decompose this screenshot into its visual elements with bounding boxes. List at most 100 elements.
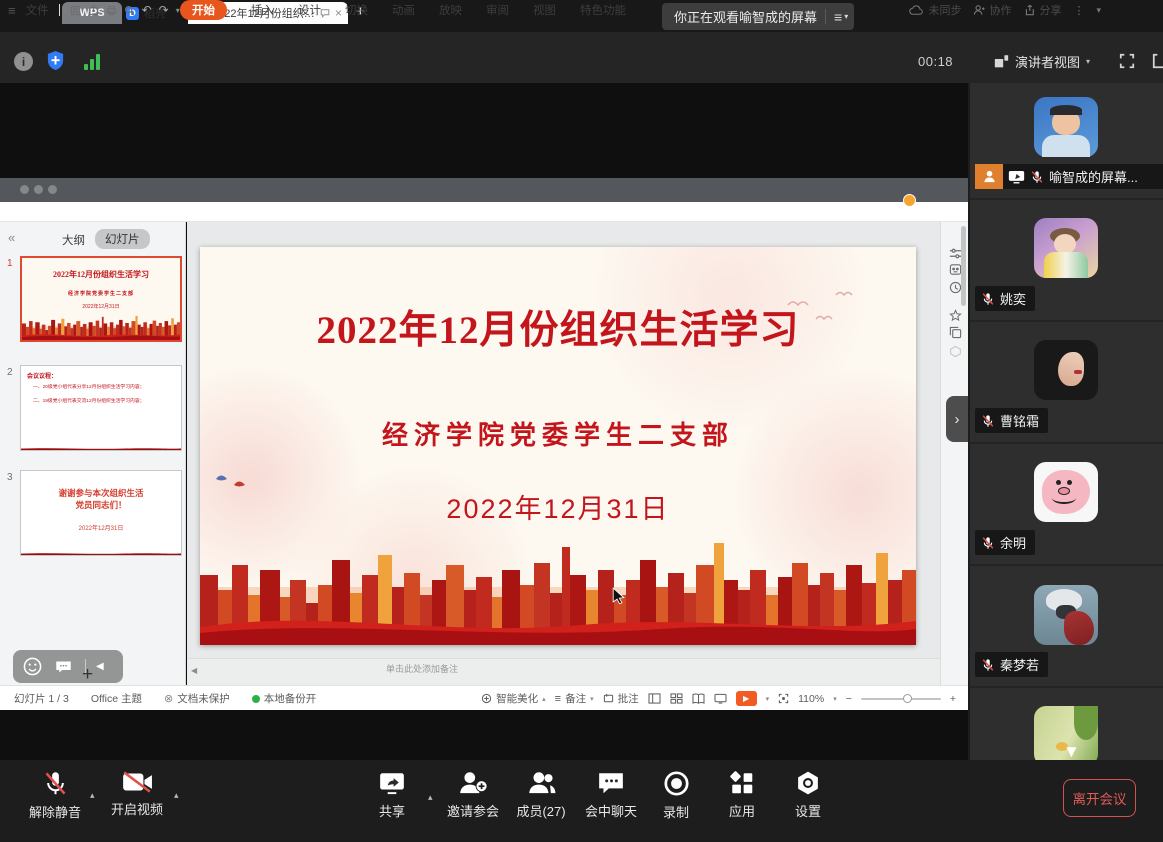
- members-button[interactable]: 成员(27): [506, 770, 576, 820]
- wps-account-avatar[interactable]: [903, 194, 916, 207]
- settings-icon: [795, 770, 821, 796]
- new-slide-button[interactable]: +: [82, 664, 93, 686]
- security-shield-icon[interactable]: [46, 50, 65, 71]
- pop-out-icon[interactable]: [1152, 53, 1163, 69]
- ribbon-tab-animation[interactable]: 动画: [392, 2, 415, 18]
- window-close-dot[interactable]: [20, 185, 29, 194]
- banner-list-menu[interactable]: ≡▾: [834, 9, 848, 25]
- ribbon-tab-transition[interactable]: 切换: [345, 2, 368, 18]
- more-menu-icon[interactable]: ⋮: [1073, 4, 1084, 17]
- app-menu-icon[interactable]: ≡: [8, 3, 16, 18]
- ribbon-tab-slideshow[interactable]: 放映: [439, 2, 462, 18]
- zoom-out-button[interactable]: −: [846, 693, 852, 705]
- thumb-date: 2022年12月31日: [22, 303, 180, 310]
- leave-meeting-button[interactable]: 离开会议: [1063, 779, 1136, 817]
- collaborate-button[interactable]: 协作: [973, 2, 1011, 18]
- current-slide[interactable]: 2022年12月份组织生活学习 经济学院党委学生二支部 2022年12月31日: [200, 247, 916, 645]
- ribbon-tab-design[interactable]: 设计: [298, 2, 321, 18]
- preview-icon[interactable]: [124, 5, 135, 16]
- play-options-caret[interactable]: ▾: [766, 695, 770, 703]
- smiley-icon[interactable]: [23, 657, 42, 676]
- properties-sliders-icon[interactable]: [948, 246, 962, 260]
- collapse-widget-icon[interactable]: ◀: [96, 661, 104, 672]
- play-slideshow-button[interactable]: ▶: [736, 691, 757, 706]
- collapse-panel-icon[interactable]: «: [8, 230, 15, 245]
- record-button[interactable]: 录制: [641, 770, 711, 821]
- participant-tile[interactable]: 姚奕: [970, 200, 1163, 320]
- sync-status[interactable]: 未同步: [909, 2, 961, 18]
- share-button[interactable]: 分享: [1023, 2, 1061, 18]
- theme-name[interactable]: Office 主题: [91, 691, 142, 706]
- ribbon-tab-review[interactable]: 审阅: [486, 2, 509, 18]
- settings-button[interactable]: 设置: [773, 770, 843, 820]
- ribbon-tab-insert[interactable]: 插入: [251, 2, 274, 18]
- slides-tab[interactable]: 幻灯片: [95, 229, 150, 249]
- apps-button[interactable]: 应用: [707, 770, 777, 820]
- chat-bubble-icon[interactable]: [55, 660, 72, 674]
- protection-status[interactable]: ⊗ 文档未保护: [164, 691, 230, 706]
- participant-tile[interactable]: 曹铭霜: [970, 322, 1163, 442]
- ribbon-tab-special[interactable]: 特色功能: [580, 2, 626, 18]
- print-icon[interactable]: [106, 5, 117, 16]
- layout-icon: [994, 54, 1009, 69]
- notes-splitter-icon[interactable]: ◀: [191, 666, 197, 675]
- screen-watching-banner: 你正在观看喻智成的屏幕 ≡▾: [662, 3, 854, 30]
- backup-status[interactable]: 本地备份开: [252, 691, 317, 706]
- collapse-ribbon-icon[interactable]: ▾: [1096, 5, 1101, 16]
- zoom-slider[interactable]: [861, 698, 941, 700]
- slide-thumbnail-1[interactable]: 2022年12月份组织生活学习 经济学院党委学生二支部 2022年12月31日: [20, 256, 182, 342]
- participant-tile[interactable]: 秦梦若: [970, 566, 1163, 686]
- output-icon[interactable]: [88, 5, 99, 16]
- share-screen-icon: [378, 770, 406, 796]
- slide-sorter-icon[interactable]: [670, 693, 683, 704]
- notes-strip[interactable]: 单击此处添加备注 ◀: [187, 658, 940, 685]
- history-clock-icon[interactable]: [948, 280, 962, 294]
- mic-options-caret[interactable]: ▴: [90, 790, 95, 801]
- zoom-slider-thumb[interactable]: [903, 694, 912, 703]
- assistant-icon[interactable]: [948, 262, 962, 276]
- comment-button[interactable]: 批注: [603, 691, 639, 706]
- ribbon-tab-home[interactable]: 开始: [180, 0, 227, 20]
- wps-menu-bar: [0, 202, 968, 222]
- file-menu[interactable]: 文件: [26, 2, 49, 18]
- participant-tile[interactable]: 余明: [970, 444, 1163, 564]
- avatar-eye: [1056, 480, 1061, 485]
- reading-view-icon[interactable]: [692, 693, 705, 704]
- zoom-caret[interactable]: ▾: [833, 695, 837, 703]
- participant-tile[interactable]: 喻智成的屏幕...: [970, 83, 1163, 198]
- share-options-caret[interactable]: ▴: [428, 792, 433, 803]
- view-mode-selector[interactable]: 演讲者视图 ▾: [994, 52, 1090, 71]
- unmute-button[interactable]: 解除静音: [15, 770, 95, 821]
- outline-tab[interactable]: 大纲: [62, 232, 85, 248]
- undo-icon[interactable]: ↶: [142, 3, 152, 17]
- zoom-level[interactable]: 110%: [798, 693, 824, 705]
- window-zoom-dot[interactable]: [48, 185, 57, 194]
- normal-view-icon[interactable]: [648, 693, 661, 704]
- comment-icon: [603, 693, 614, 704]
- scroll-down-indicator[interactable]: ▼: [1063, 742, 1080, 762]
- invite-button[interactable]: 邀请参会: [433, 770, 513, 820]
- share-screen-button[interactable]: 共享: [357, 770, 427, 820]
- zoom-in-button[interactable]: +: [950, 693, 956, 705]
- start-video-button[interactable]: 开启视频: [97, 770, 177, 818]
- window-minimize-dot[interactable]: [34, 185, 43, 194]
- save-icon[interactable]: [70, 5, 81, 16]
- fullscreen-icon[interactable]: [1119, 53, 1135, 69]
- slide-thumbnail-3[interactable]: 谢谢参与本次组织生活 党员同志们！ 2022年12月31日: [20, 470, 182, 556]
- ribbon-tab-view[interactable]: 视图: [533, 2, 556, 18]
- notes-button[interactable]: ≡ 备注 ▾: [555, 691, 594, 706]
- beautify-button[interactable]: 智能美化 ▴: [481, 691, 546, 706]
- redo-icon[interactable]: ↷: [159, 3, 169, 17]
- video-options-caret[interactable]: ▴: [174, 790, 179, 801]
- shape-icon[interactable]: [948, 344, 962, 358]
- slide-thumbnail-2[interactable]: 会议议程： 一、20级党小组代表分享12月份组织生活学习内容； 二、19级党小组…: [20, 365, 182, 451]
- network-signal-icon[interactable]: [84, 53, 104, 70]
- projector-icon[interactable]: [714, 693, 727, 704]
- duplicate-icon[interactable]: [948, 325, 962, 339]
- canvas-scrollbar[interactable]: [961, 226, 966, 306]
- chat-button[interactable]: 会中聊天: [576, 770, 646, 820]
- meeting-info-icon[interactable]: i: [14, 52, 33, 71]
- fit-window-icon[interactable]: [778, 693, 789, 704]
- sidebar-toggle-handle[interactable]: ›: [946, 396, 968, 442]
- effects-star-icon[interactable]: [948, 308, 962, 322]
